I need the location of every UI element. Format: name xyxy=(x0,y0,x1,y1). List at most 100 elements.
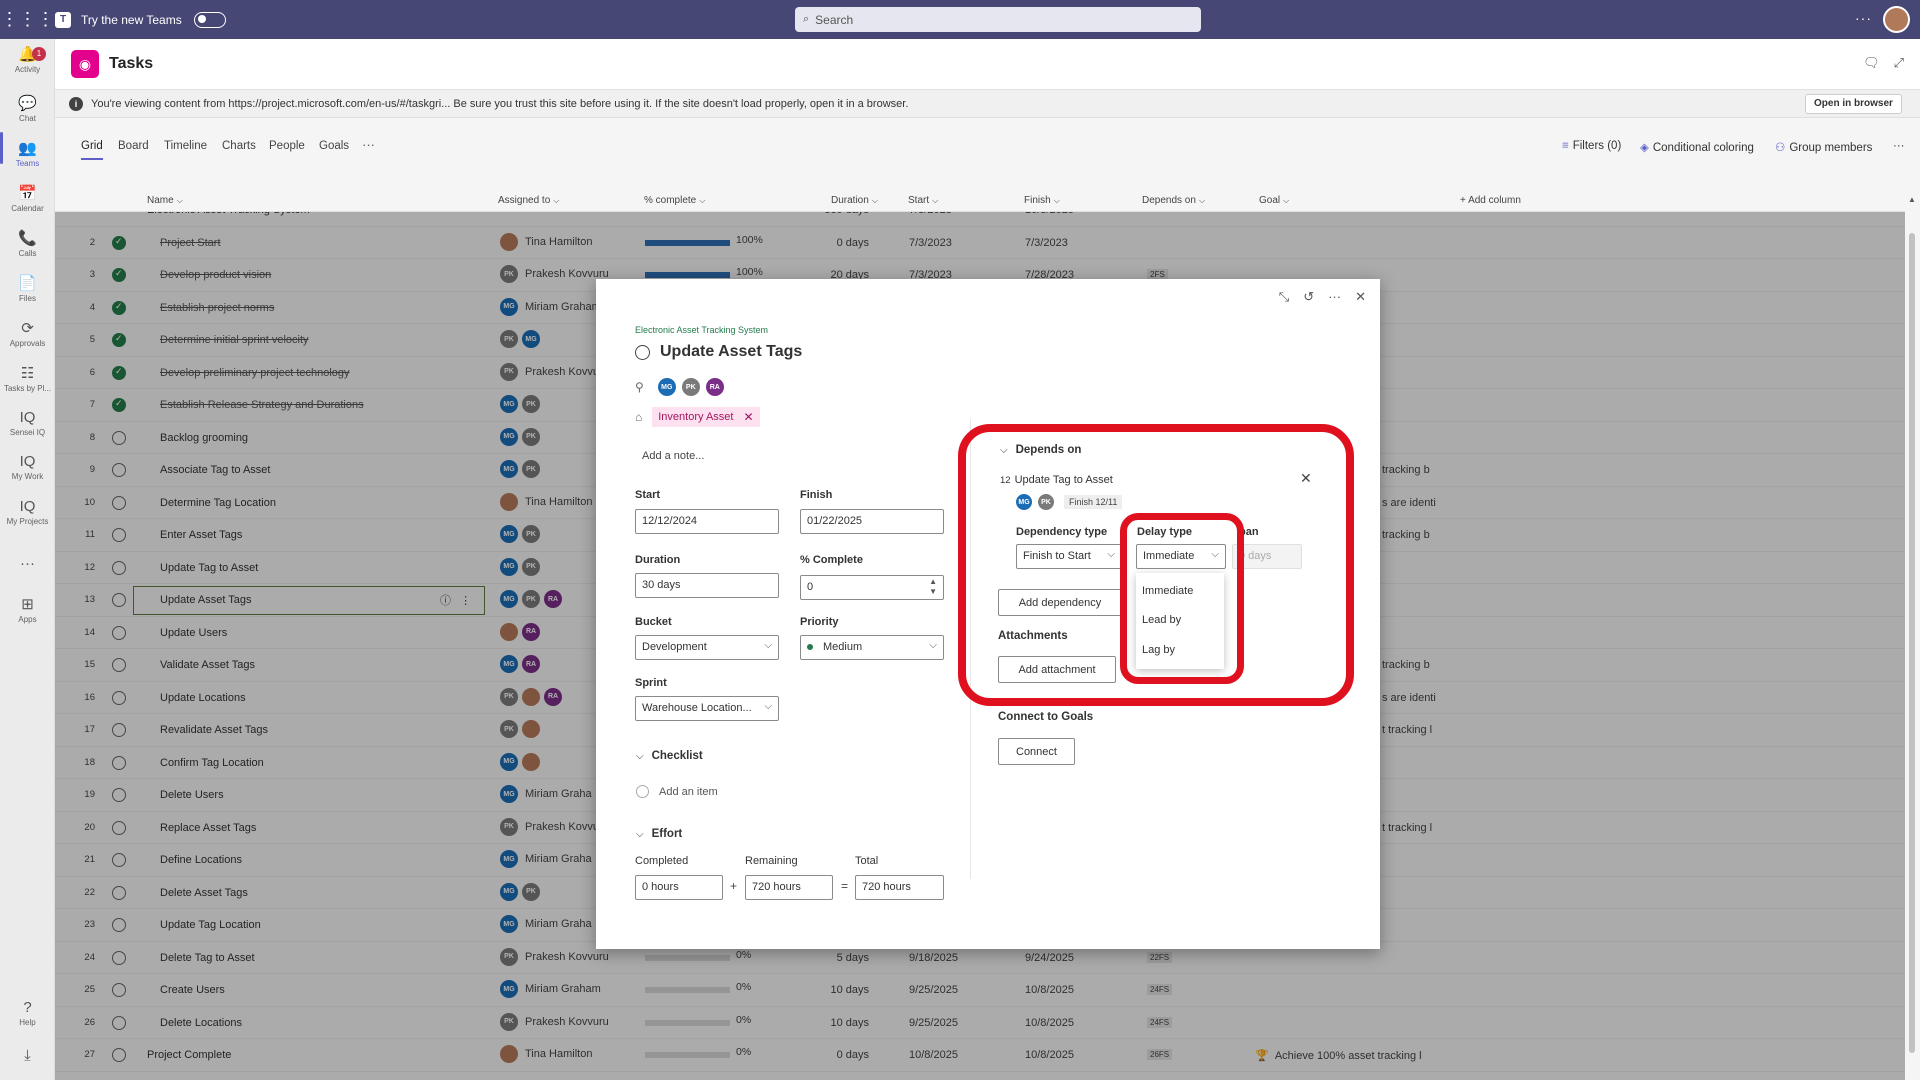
filters-button[interactable]: ≡ Filters (0) xyxy=(1562,140,1621,152)
chevron-down-icon: ⌵ xyxy=(932,196,939,205)
chevron-down-icon: ⌵ xyxy=(176,196,183,205)
tabs-more-icon[interactable]: ··· xyxy=(362,137,375,152)
tasks-app-icon: ◉ xyxy=(71,50,99,78)
calendar-icon: 📅 xyxy=(18,185,37,202)
app-launcher-icon[interactable]: ⋮⋮⋮ xyxy=(0,9,55,30)
priority-select[interactable]: Medium ⌵ xyxy=(800,635,944,660)
column-header-depends[interactable]: Depends on ⌵ xyxy=(1142,195,1205,206)
stepper-arrows-icon[interactable]: ▲ ▼ xyxy=(929,577,937,597)
rail-item-my-work[interactable]: IQ My Work xyxy=(0,453,55,481)
checklist-section-toggle[interactable]: ⌵ Checklist xyxy=(636,750,703,762)
rail-item-more[interactable]: ··· xyxy=(0,555,55,574)
phone-icon: 📞 xyxy=(18,230,37,247)
rail-item-approvals[interactable]: ⟳ Approvals xyxy=(0,319,55,348)
connect-button[interactable]: Connect xyxy=(998,738,1075,765)
rail-item-label: Chat xyxy=(19,114,36,123)
file-icon: 📄 xyxy=(18,275,37,292)
rail-item-apps[interactable]: ⊞ Apps xyxy=(0,595,55,624)
teams-logo-icon: T xyxy=(55,11,71,28)
checklist-circle-icon xyxy=(636,785,649,798)
sprint-select[interactable]: Warehouse Location... ⌵ xyxy=(635,696,779,721)
rail-item-bell[interactable]: 🔔 Activity 1 xyxy=(0,45,55,74)
conversation-icon[interactable]: 🗨 xyxy=(1863,55,1880,71)
tab-charts[interactable]: Charts xyxy=(222,140,256,152)
tab-board[interactable]: Board xyxy=(118,140,149,152)
tab-timeline[interactable]: Timeline xyxy=(164,140,207,152)
rail-item-my-projects[interactable]: IQ My Projects xyxy=(0,498,55,526)
close-icon[interactable]: ✕ xyxy=(1355,289,1366,305)
rail-item-sensei-iq[interactable]: IQ Sensei IQ xyxy=(0,409,55,437)
avatar[interactable]: RA xyxy=(705,378,724,396)
start-date-input[interactable]: 12/12/2024 xyxy=(635,509,779,534)
rail-item-help[interactable]: ? Help xyxy=(0,999,55,1027)
remove-label-icon[interactable]: ✕ xyxy=(743,410,753,424)
rail-item-download[interactable]: ⤓ xyxy=(0,1047,55,1066)
complete-task-checkbox[interactable] xyxy=(635,344,650,360)
info-icon: i xyxy=(69,96,83,111)
column-header-pct[interactable]: % complete ⌵ xyxy=(644,195,705,206)
filter-icon: ≡ xyxy=(1562,140,1569,152)
equals-icon: = xyxy=(841,879,849,893)
task-title[interactable]: Update Asset Tags xyxy=(660,343,802,361)
pop-out-icon[interactable]: ⤢ xyxy=(1894,55,1904,71)
column-header-goal[interactable]: Goal ⌵ xyxy=(1259,195,1289,206)
conditional-coloring-button[interactable]: ◈ Conditional coloring xyxy=(1640,140,1754,154)
column-goal-label: Goal xyxy=(1259,195,1281,206)
search-input[interactable]: ⌕ Search xyxy=(795,7,1201,32)
tab-goals[interactable]: Goals xyxy=(319,140,349,152)
avatar[interactable]: PK xyxy=(681,378,700,396)
total-hours-input[interactable]: 720 hours xyxy=(855,875,944,900)
group-icon: ⚇ xyxy=(1775,142,1786,154)
priority-value: Medium xyxy=(823,641,863,653)
rail-item-calendar[interactable]: 📅 Calendar xyxy=(0,184,55,213)
add-column-button[interactable]: + Add column xyxy=(1460,195,1521,206)
grid-header: Name ⌵ Assigned to ⌵ % complete ⌵ Duration ⌵… xyxy=(55,190,1905,212)
filters-label: Filters (0) xyxy=(1572,140,1622,152)
group-members-label: Group members xyxy=(1789,142,1873,154)
more-options-icon[interactable]: ··· xyxy=(1328,289,1341,305)
parent-task-link[interactable]: Electronic Asset Tracking System xyxy=(635,325,768,335)
rail-item-phone[interactable]: 📞 Calls xyxy=(0,229,55,258)
tab-people[interactable]: People xyxy=(269,140,305,152)
column-header-assigned[interactable]: Assigned to ⌵ xyxy=(498,195,559,206)
add-checklist-item[interactable]: Add an item xyxy=(636,785,718,798)
column-header-start[interactable]: Start ⌵ xyxy=(908,195,938,206)
tag-icon[interactable]: ⌂ xyxy=(635,410,642,424)
scrollbar-thumb[interactable] xyxy=(1909,233,1915,1053)
rail-item-label: Sensei IQ xyxy=(9,428,46,437)
try-new-teams-toggle[interactable] xyxy=(193,11,226,28)
collapse-icon[interactable]: ⤡ xyxy=(1279,289,1289,305)
finish-date-input[interactable]: 01/22/2025 xyxy=(800,509,944,534)
apps-icon: ⊞ xyxy=(21,596,34,613)
duration-input[interactable]: 30 days xyxy=(635,573,779,598)
rail-item-file[interactable]: 📄 Files xyxy=(0,274,55,303)
history-icon[interactable]: ↺ xyxy=(1303,289,1314,305)
task-labels: ⌂ Inventory Asset ✕ xyxy=(635,407,760,427)
person-icon[interactable]: ⚲ xyxy=(635,380,644,394)
scroll-up-icon[interactable]: ▲ xyxy=(1908,195,1916,204)
rail-item-teams[interactable]: 👥 Teams xyxy=(0,139,55,168)
task-title-row: Update Asset Tags xyxy=(635,343,802,361)
settings-more-icon[interactable]: ··· xyxy=(1855,10,1872,26)
effort-section-toggle[interactable]: ⌵ Effort xyxy=(636,828,682,840)
column-header-name[interactable]: Name ⌵ xyxy=(147,195,183,206)
sprint-label: Sprint xyxy=(635,677,667,689)
profile-avatar[interactable] xyxy=(1883,6,1910,33)
rail-item-tasks[interactable]: ☷ Tasks by Pl... xyxy=(0,364,55,393)
avatar[interactable]: MG xyxy=(657,378,676,396)
percent-complete-stepper[interactable]: 0 ▲ ▼ xyxy=(800,575,944,600)
column-header-finish[interactable]: Finish ⌵ xyxy=(1024,195,1060,206)
group-members-button[interactable]: ⚇ Group members xyxy=(1775,140,1872,154)
toolbar-more-icon[interactable]: ··· xyxy=(1893,140,1905,152)
open-in-browser-button[interactable]: Open in browser xyxy=(1805,94,1902,114)
grid-scrollbar[interactable]: ▲ xyxy=(1907,195,1917,1075)
column-header-duration[interactable]: Duration ⌵ xyxy=(831,195,878,206)
rail-item-chat[interactable]: 💬 Chat xyxy=(0,94,55,123)
rail-item-label: My Work xyxy=(11,472,44,481)
add-note-field[interactable]: Add a note... xyxy=(642,450,704,462)
approvals-icon: ⟳ xyxy=(21,320,34,337)
bucket-select[interactable]: Development ⌵ xyxy=(635,635,779,660)
completed-hours-input[interactable]: 0 hours xyxy=(635,875,723,900)
remaining-hours-input[interactable]: 720 hours xyxy=(745,875,833,900)
tab-grid[interactable]: Grid xyxy=(81,140,103,160)
